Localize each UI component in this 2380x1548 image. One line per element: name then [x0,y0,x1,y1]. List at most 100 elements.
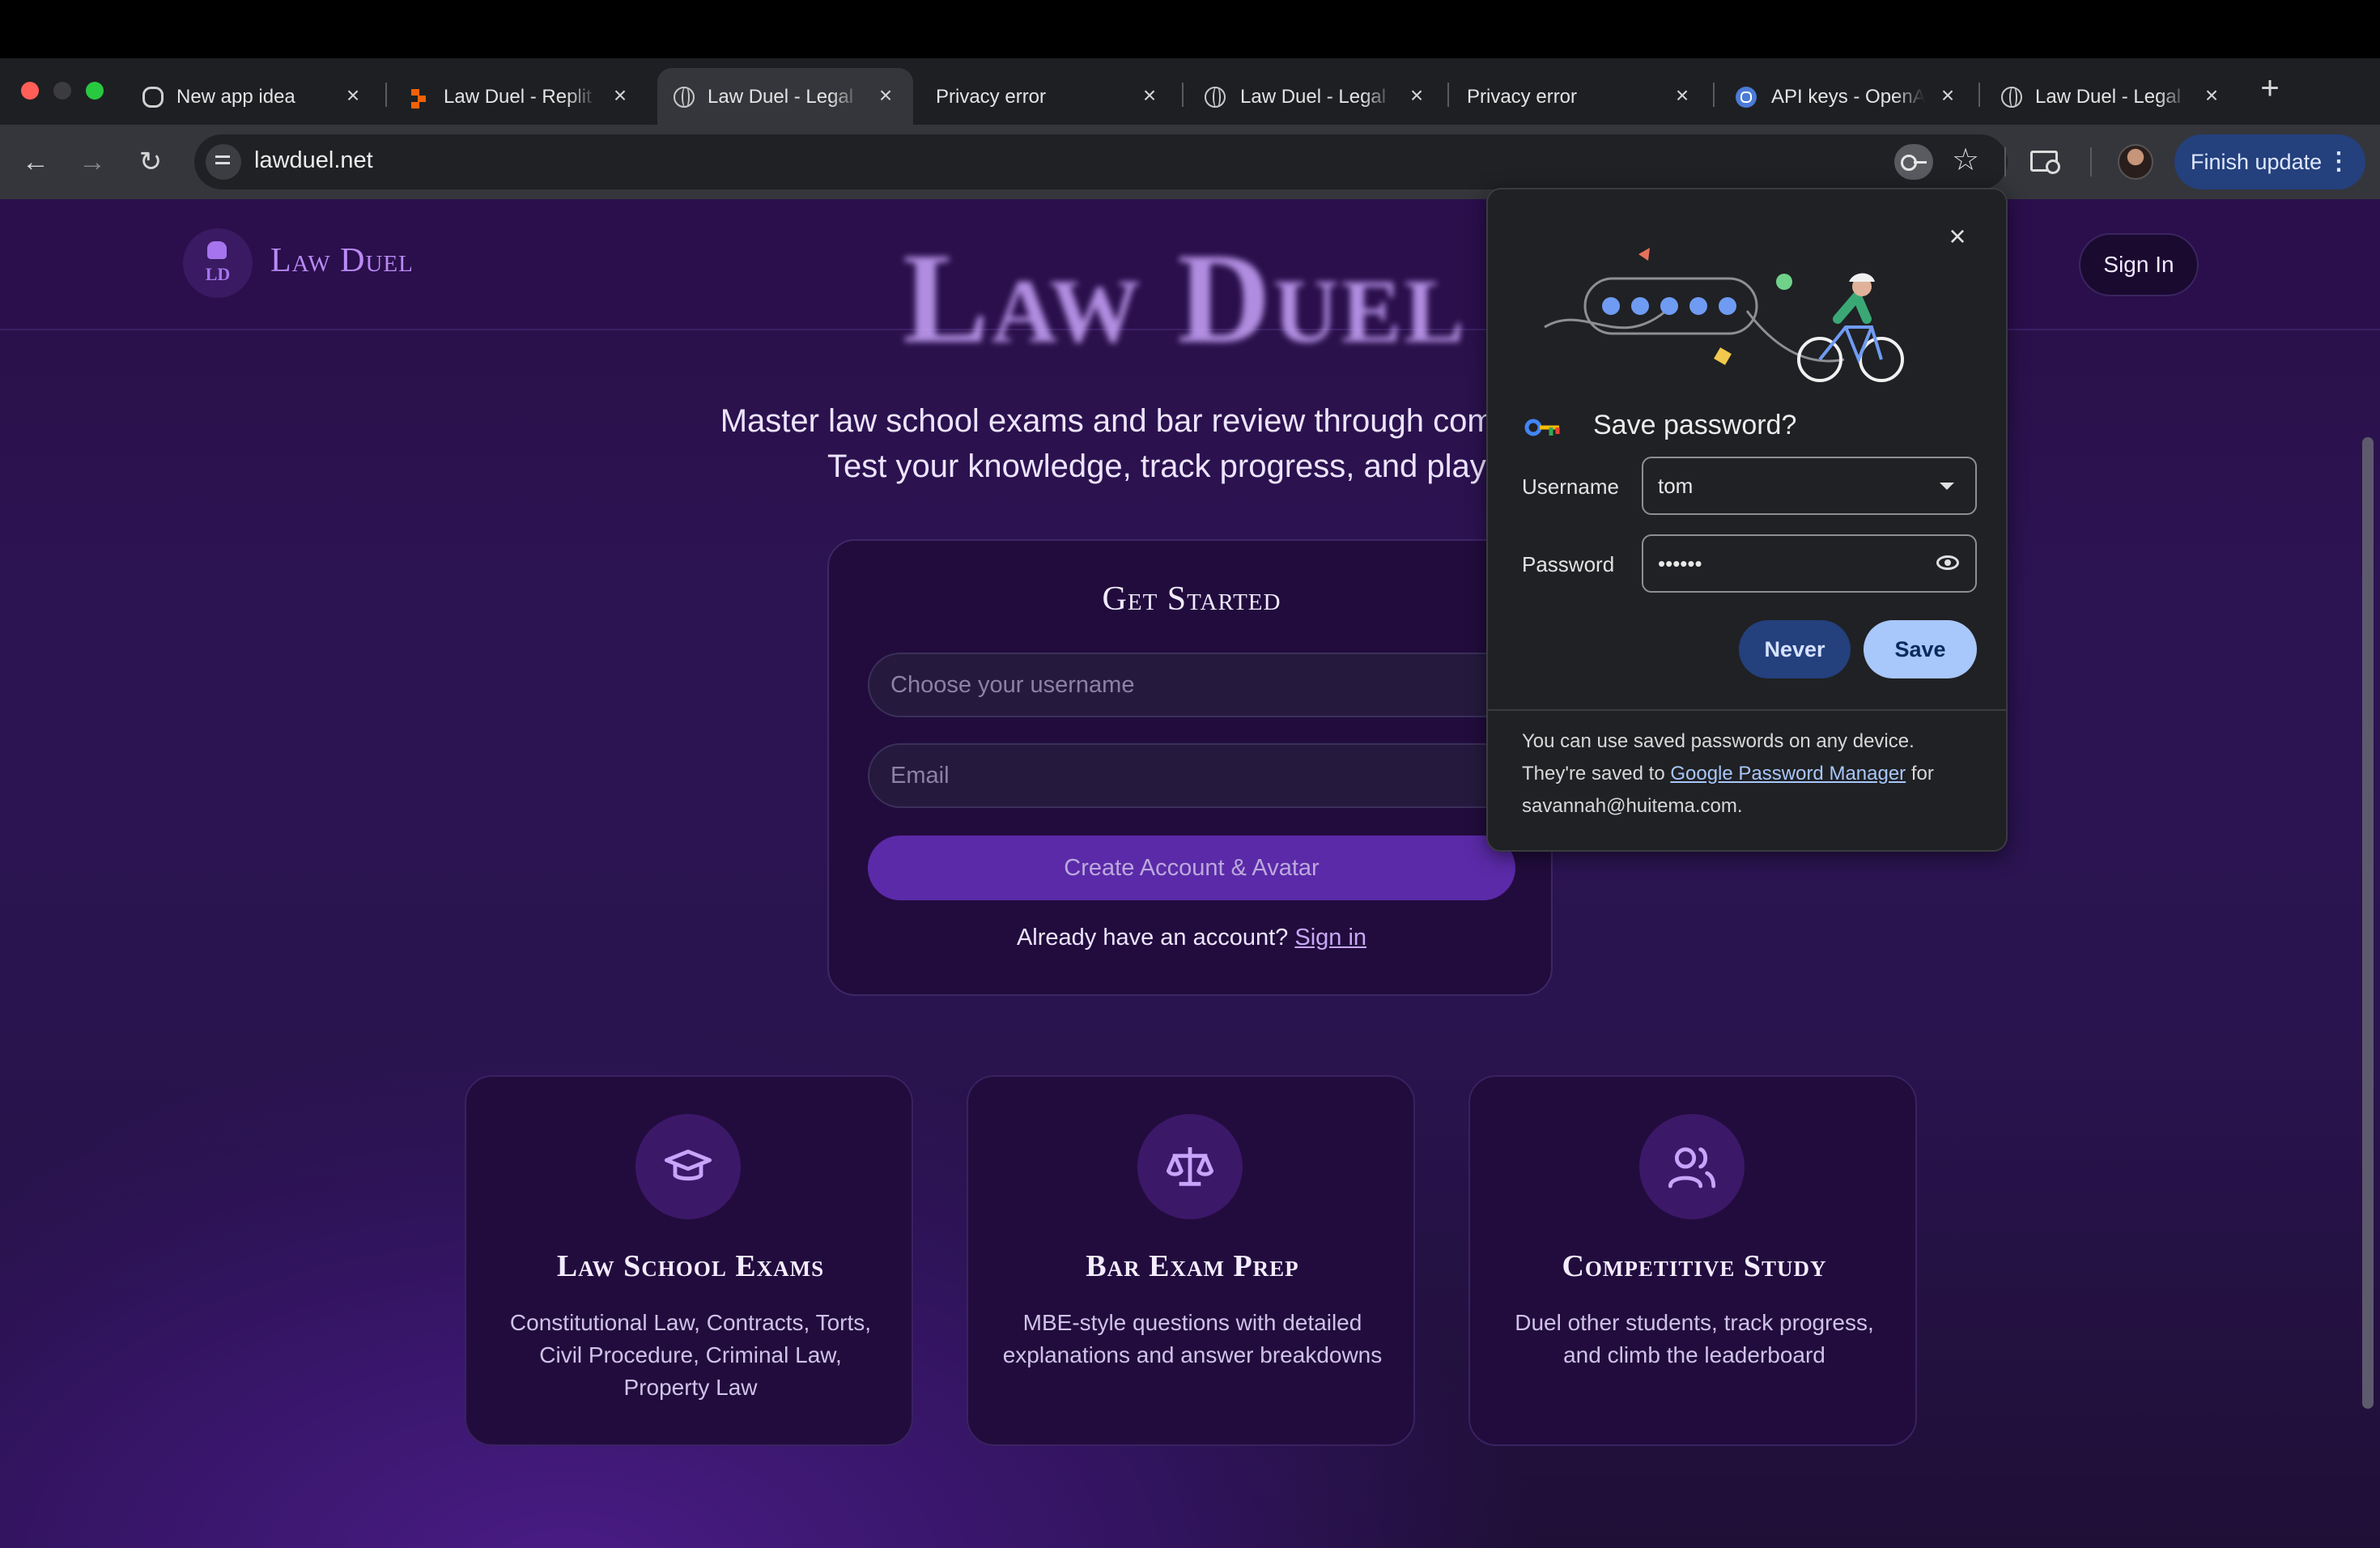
feature-description: Constitutional Law, Contracts, Torts, Ci… [509,1310,872,1400]
password-illustration [1544,248,1904,382]
save-button[interactable]: Save [1864,620,1977,678]
tab-title: Law Duel - Legal [2035,86,2182,108]
tab-new-app-idea[interactable]: New app idea × [126,68,380,125]
site-info-icon[interactable] [206,144,241,180]
already-have-account: Already have an account? Sign in [829,925,1554,951]
tab-separator [1713,83,1715,107]
tab-separator [1447,83,1449,107]
dialog-title: Save password? [1593,410,1797,440]
bookmark-star-icon[interactable]: ☆ [1948,142,1983,178]
tab-privacy-error[interactable]: Privacy error × [923,68,1177,125]
sign-in-link[interactable]: Sign in [1294,925,1366,950]
password-manager-link[interactable]: Google Password Manager [1670,763,1906,785]
username-label: Username [1522,474,1619,499]
site-header: LD Law Duel Law Duel Sign In [0,199,2380,370]
close-tab-icon[interactable]: × [1404,83,1430,108]
tab-title: Privacy error [936,86,1047,108]
tab-search-icon[interactable] [2030,151,2060,174]
toolbar-separator [2004,147,2006,176]
tab-separator [385,83,387,107]
feature-description: Duel other students, track progress, and… [1515,1310,1874,1367]
close-tab-icon[interactable]: × [873,83,899,108]
finish-update-button[interactable]: Finish update ⋮ [2174,134,2365,189]
already-text: Already have an account? [1016,925,1289,950]
username-input[interactable]: Choose your username [868,653,1515,717]
feature-title: Competitive Study [1562,1249,1827,1283]
feature-title: Law School Exams [556,1249,825,1283]
address-bar[interactable] [194,134,2008,189]
username-value: tom [1658,474,1694,498]
finish-update-label: Finish update [2191,150,2323,174]
site-logo[interactable]: LD [183,228,253,298]
divider [1488,709,2006,711]
get-started-card: Get Started Choose your username Email C… [827,539,1553,996]
logo-mark-icon [207,241,227,259]
scales-icon [1137,1114,1243,1219]
hero-title: Law Duel [903,226,1468,370]
password-key-icon[interactable] [1894,144,1933,180]
forward-arrow-icon[interactable]: → [74,144,110,180]
new-tab-button[interactable]: + [2255,72,2284,104]
close-tab-icon[interactable]: × [1669,83,1695,108]
web-page: LD Law Duel Law Duel Sign In Master law … [0,199,2380,1548]
close-window-button[interactable] [21,82,39,100]
url-text[interactable]: lawduel.net [254,147,373,174]
create-account-button[interactable]: Create Account & Avatar [868,836,1515,900]
feature-card-bar-exam: Bar Exam Prep MBE-style questions with d… [967,1075,1415,1446]
get-started-title: Get Started [1102,580,1281,618]
feature-card-law-school: Law School Exams Constitutional Law, Con… [465,1075,913,1446]
system-menu-bar [0,0,2380,58]
save-password-dialog: × Save password? Username tom Password •… [1486,188,2008,852]
password-label: Password [1522,552,1615,576]
sign-in-button[interactable]: Sign In [2079,233,2199,296]
eye-icon[interactable] [1936,555,1959,570]
close-tab-icon[interactable]: × [607,83,633,108]
close-tab-icon[interactable]: × [340,83,366,108]
tab-law-duel-3[interactable]: Law Duel - Legal × [1985,68,2239,125]
google-key-icon [1524,419,1560,436]
feature-title: Bar Exam Prep [1086,1249,1299,1283]
dialog-footer: You can use saved passwords on any devic… [1522,725,1975,823]
fullscreen-window-button[interactable] [86,82,104,100]
tab-title: Law Duel - Legal [708,86,854,108]
password-field[interactable]: •••••• [1642,534,1977,593]
tab-law-duel-2[interactable]: Law Duel - Legal × [1188,68,1443,125]
close-tab-icon[interactable]: × [1935,83,1961,108]
page-scrollbar[interactable] [2362,437,2374,1409]
globe-icon [1205,87,1226,108]
close-tab-icon[interactable]: × [1137,83,1162,108]
tab-separator [1182,83,1184,107]
openai-icon [142,87,164,108]
close-tab-icon[interactable]: × [2199,83,2225,108]
more-menu-icon[interactable]: ⋮ [2327,134,2351,189]
chevron-down-icon [1940,483,1954,490]
graduation-cap-icon [635,1114,741,1219]
tab-title: Privacy error [1467,86,1578,108]
toolbar-separator [2090,147,2092,176]
feature-card-competitive: Competitive Study Duel other students, t… [1468,1075,1917,1446]
tab-privacy-error-2[interactable]: Privacy error × [1454,68,1708,125]
reload-icon[interactable]: ↻ [133,144,168,180]
globe-icon [2001,87,2022,108]
tab-law-duel-replit[interactable]: Law Duel - Replit × [392,68,646,125]
logo-initials: LD [205,264,231,284]
back-arrow-icon[interactable]: ← [18,144,53,180]
username-select[interactable]: tom [1642,457,1977,515]
tab-separator [1978,83,1980,107]
globe-icon [674,87,695,108]
brand-name[interactable]: Law Duel [270,241,414,280]
email-input[interactable]: Email [868,743,1515,808]
tab-title: Law Duel - Legal [1240,86,1387,108]
openai-icon [1736,87,1757,108]
users-icon [1639,1114,1745,1219]
profile-avatar[interactable] [2118,144,2153,180]
replit-icon [408,87,429,108]
tab-title: Law Duel - Replit [444,86,592,108]
feature-description: MBE-style questions with detailed explan… [1002,1310,1383,1367]
close-icon[interactable]: × [1941,220,1974,253]
tab-api-keys[interactable]: API keys - OpenAI × [1719,68,1974,125]
tab-law-duel-active[interactable]: Law Duel - Legal × [657,68,913,125]
minimize-window-button[interactable] [53,82,71,100]
never-button[interactable]: Never [1739,620,1851,678]
tab-title: API keys - OpenAI [1771,86,1925,108]
